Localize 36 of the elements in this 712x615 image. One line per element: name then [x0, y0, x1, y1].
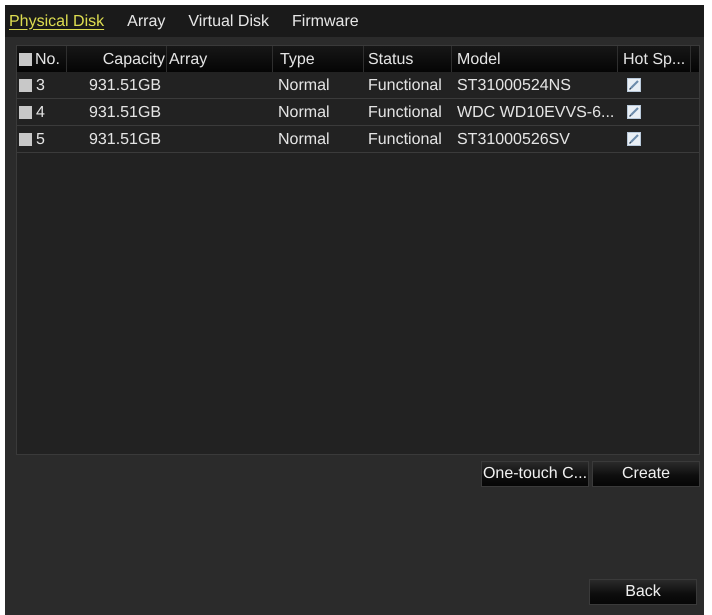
table-cell: Normal — [278, 102, 330, 122]
table-cell: 931.51GB — [89, 130, 162, 148]
back-button[interactable]: Back — [589, 579, 697, 605]
tab[interactable]: Physical Disk — [9, 12, 104, 30]
table-cell: Functional — [368, 102, 442, 122]
table-cell: 4 — [36, 102, 45, 122]
edit-icon[interactable] — [627, 78, 641, 92]
table-cell: 3 — [36, 76, 45, 94]
column-header: Status — [364, 46, 452, 72]
checkbox[interactable] — [19, 52, 32, 66]
checkbox[interactable] — [19, 78, 32, 92]
table-cell: Normal — [278, 76, 330, 94]
action-button[interactable]: One-touch C... — [481, 461, 589, 487]
column-header: Hot Sp... — [618, 46, 691, 72]
edit-icon[interactable] — [627, 132, 641, 146]
table-cell: ST31000526SV — [457, 130, 570, 148]
checkbox[interactable] — [19, 132, 32, 146]
checkbox[interactable] — [19, 106, 32, 118]
action-button[interactable]: Create — [592, 461, 700, 487]
column-header: Capacity — [67, 46, 167, 72]
column-header: Array — [167, 46, 273, 72]
column-header: Type — [273, 46, 364, 72]
table-cell: WDC WD10EVVS-6... — [457, 102, 614, 122]
column-header: No. — [35, 46, 67, 72]
table-cell: 931.51GB — [89, 102, 162, 122]
table-cell: ST31000524NS — [457, 76, 571, 94]
tab[interactable]: Virtual Disk — [188, 12, 269, 30]
column-header: Model — [452, 46, 618, 72]
table-cell: 931.51GB — [89, 76, 162, 94]
table-cell: Normal — [278, 130, 330, 148]
edit-icon[interactable] — [627, 105, 641, 119]
table-cell: Functional — [368, 130, 442, 148]
table-cell: Functional — [368, 76, 442, 94]
tab[interactable]: Array — [127, 12, 166, 30]
tab[interactable]: Firmware — [292, 12, 359, 30]
table-cell: 5 — [36, 130, 45, 148]
